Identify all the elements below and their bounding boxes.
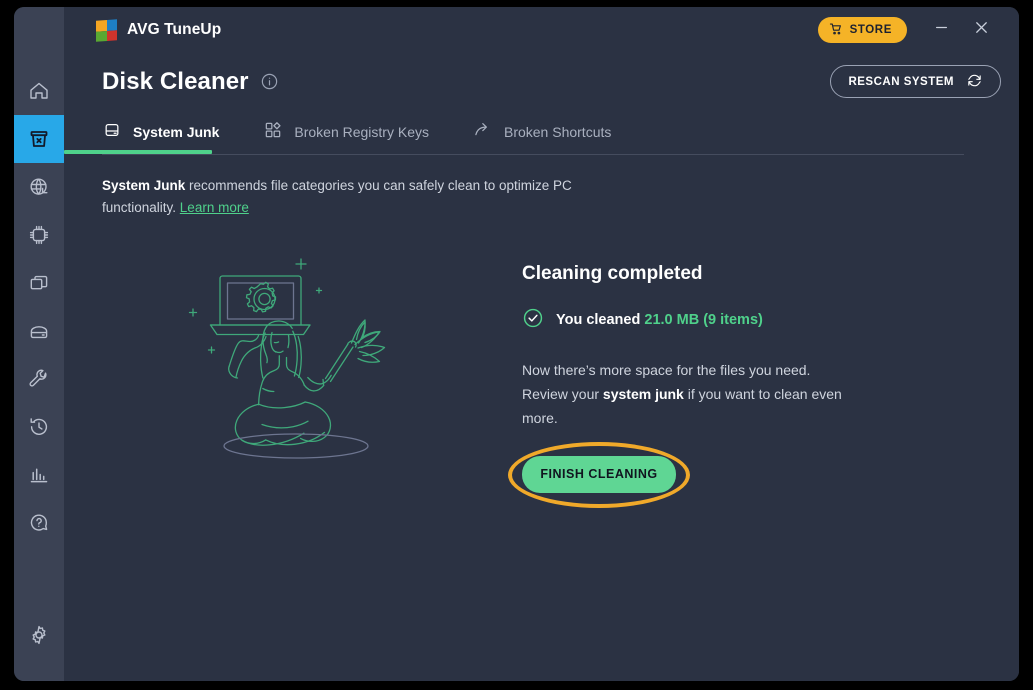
finish-cleaning-wrapper: FINISH CLEANING xyxy=(508,441,690,508)
check-circle-icon xyxy=(522,307,544,334)
description-lead: System Junk xyxy=(102,178,186,193)
content-area: Cleaning completed You cleaned 21.0 MB (… xyxy=(64,219,1019,681)
tab-label: Broken Registry Keys xyxy=(294,123,429,140)
tab-system-junk[interactable]: System Junk xyxy=(102,120,241,154)
page-title: Disk Cleaner xyxy=(102,67,249,95)
result-body-bold: system junk xyxy=(602,385,684,402)
cleaned-prefix: You cleaned xyxy=(556,312,645,329)
wrench-icon xyxy=(27,367,51,391)
shopping-cart-icon xyxy=(829,22,843,39)
app-window: AVG TuneUp STORE Disk Cleaner RESCAN SYS… xyxy=(14,7,1019,681)
rescan-system-button[interactable]: RESCAN SYSTEM xyxy=(830,65,1001,98)
close-icon xyxy=(972,18,991,42)
page-header: Disk Cleaner RESCAN SYSTEM xyxy=(64,53,1019,98)
shortcut-arrow-icon xyxy=(473,120,493,143)
tab-label: Broken Shortcuts xyxy=(503,123,612,140)
window-titlebar: AVG TuneUp STORE xyxy=(64,7,1019,53)
refresh-icon xyxy=(966,72,983,92)
trash-bin-icon xyxy=(27,127,51,151)
sidebar-item-history[interactable] xyxy=(14,403,64,451)
minimize-icon xyxy=(933,19,950,41)
result-body-line1: Now there’s more space for the files you… xyxy=(522,361,811,378)
tab-label: System Junk xyxy=(133,123,220,140)
finish-cleaning-button[interactable]: FINISH CLEANING xyxy=(522,455,676,493)
sidebar-item-reports[interactable] xyxy=(14,451,64,499)
woman-with-laptop-and-duster-illustration xyxy=(102,241,522,472)
learn-more-link[interactable]: Learn more xyxy=(180,200,249,215)
brand: AVG TuneUp xyxy=(96,18,222,42)
sidebar-item-clean[interactable] xyxy=(14,115,64,163)
result-panel: Cleaning completed You cleaned 21.0 MB (… xyxy=(508,241,981,508)
sidebar-item-home[interactable] xyxy=(14,67,64,115)
sidebar-item-settings[interactable] xyxy=(14,611,64,659)
globe-speed-icon xyxy=(27,175,51,199)
hard-drive-icon xyxy=(102,120,122,143)
gear-icon xyxy=(27,623,51,647)
bar-chart-icon xyxy=(27,463,51,487)
sidebar-item-speed-up[interactable] xyxy=(14,163,64,211)
cpu-chip-icon xyxy=(27,223,51,247)
result-heading: Cleaning completed xyxy=(522,262,703,284)
windows-layers-icon xyxy=(27,271,51,295)
sidebar-item-performance[interactable] xyxy=(14,211,64,259)
result-body: Now there’s more space for the files you… xyxy=(522,358,852,430)
store-button-label: STORE xyxy=(849,24,892,36)
tab-bar: System Junk Broken Registry Keys Broken … xyxy=(64,120,1019,154)
cleaned-amount: 21.0 MB (9 items) xyxy=(644,312,763,329)
sidebar-item-software-updater[interactable] xyxy=(14,259,64,307)
cleaned-summary: You cleaned 21.0 MB (9 items) xyxy=(522,307,981,334)
section-description: System Junk recommends file categories y… xyxy=(64,155,624,219)
sidebar-item-help[interactable] xyxy=(14,499,64,547)
sidebar-item-disk[interactable] xyxy=(14,307,64,355)
brand-name: AVG TuneUp xyxy=(127,21,222,38)
clock-history-icon xyxy=(27,415,51,439)
close-button[interactable] xyxy=(961,12,1001,48)
left-navigation-rail xyxy=(14,7,64,681)
home-icon xyxy=(27,79,51,103)
help-circle-icon xyxy=(27,511,51,535)
minimize-button[interactable] xyxy=(921,12,961,48)
hard-drive-icon xyxy=(27,319,51,343)
store-button[interactable]: STORE xyxy=(817,17,907,43)
avg-logo-icon xyxy=(96,18,117,42)
result-body-line2-pre: Review your xyxy=(522,385,603,402)
rescan-button-label: RESCAN SYSTEM xyxy=(848,75,954,88)
registry-squares-icon xyxy=(263,120,283,143)
sidebar-item-tools[interactable] xyxy=(14,355,64,403)
tab-broken-registry-keys[interactable]: Broken Registry Keys xyxy=(241,120,451,154)
info-circle-icon[interactable] xyxy=(260,72,279,91)
main-panel: AVG TuneUp STORE Disk Cleaner RESCAN SYS… xyxy=(64,7,1019,681)
tab-broken-shortcuts[interactable]: Broken Shortcuts xyxy=(451,120,633,154)
